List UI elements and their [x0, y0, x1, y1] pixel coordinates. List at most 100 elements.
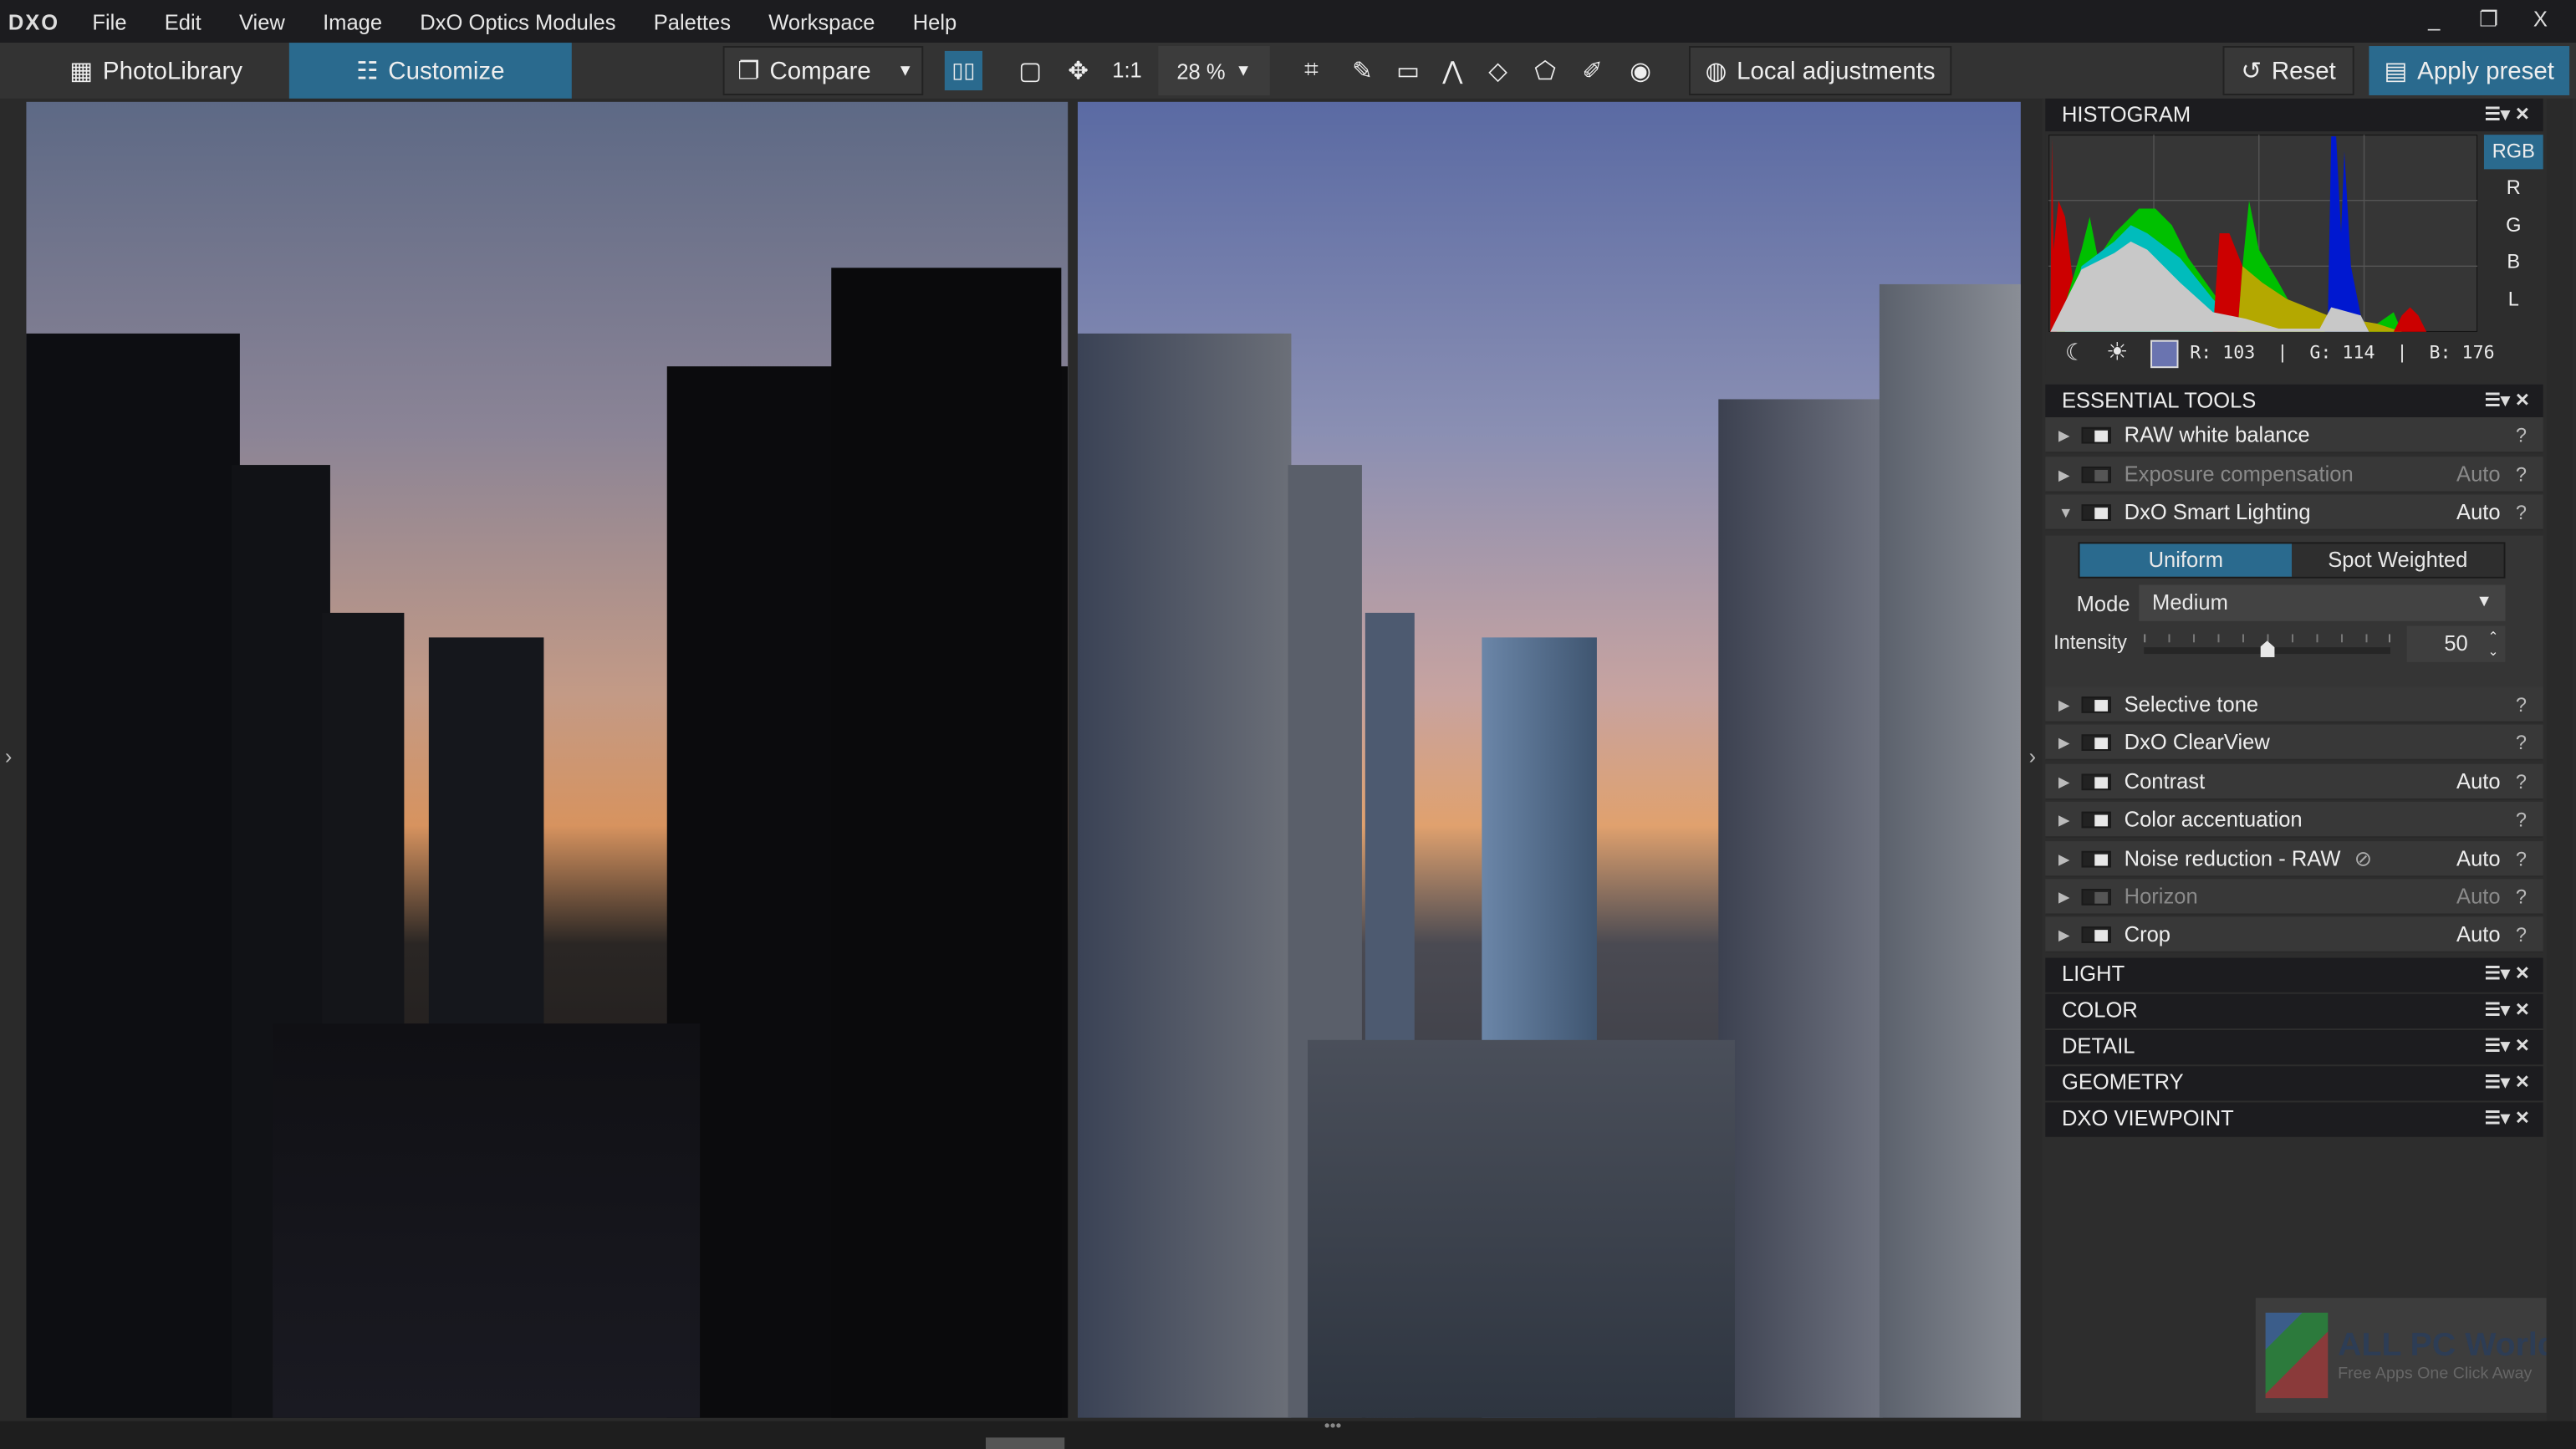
minimize-button[interactable]: _	[2428, 7, 2440, 31]
red-eye-icon[interactable]: ◉	[1630, 56, 1651, 85]
tool-row[interactable]: ▶ Selective tone ?	[2045, 686, 2543, 723]
expand-icon[interactable]: ▶	[2058, 763, 2070, 799]
help-icon[interactable]: ?	[2516, 456, 2527, 492]
palette-menu-icon[interactable]: ☰▾ ✕	[2485, 99, 2530, 131]
menu-view[interactable]: View	[239, 9, 285, 33]
tool-row[interactable]: ▶ Horizon Auto ?	[2045, 879, 2543, 916]
compare-dropdown-icon[interactable]: ▼	[897, 62, 913, 80]
palette-header[interactable]: COLOR ☰▾ ✕	[2045, 993, 2543, 1029]
menu-image[interactable]: Image	[323, 9, 382, 33]
move-icon[interactable]: ✥	[1068, 56, 1089, 85]
menu-edit[interactable]: Edit	[165, 9, 201, 33]
reset-button[interactable]: ↺ Reset	[2222, 46, 2354, 95]
expand-icon[interactable]: ▶	[2058, 840, 2070, 876]
tool-row[interactable]: ▶ DxO ClearView ?	[2045, 725, 2543, 762]
uniform-button[interactable]: Uniform	[2079, 543, 2293, 577]
repair-icon[interactable]: ✐	[1582, 56, 1603, 85]
collapse-right-icon[interactable]: ›	[2029, 744, 2037, 768]
help-icon[interactable]: ?	[2516, 494, 2527, 530]
essential-tools-header[interactable]: ESSENTIAL TOOLS ☰▾ ✕	[2045, 384, 2543, 418]
collapse-icon[interactable]: ▼	[2058, 494, 2074, 530]
expand-icon[interactable]: ▶	[2058, 725, 2070, 761]
tool-row[interactable]: ▼ DxO Smart Lighting Auto ?	[2045, 494, 2543, 531]
mode-select[interactable]: Medium ▼	[2139, 584, 2506, 621]
collapse-left-icon[interactable]: ›	[5, 744, 13, 768]
close-button[interactable]: X	[2533, 7, 2548, 31]
intensity-input[interactable]: 50 ⌃ ⌄	[2406, 625, 2506, 662]
palette-close-icon[interactable]: ✕	[2515, 1073, 2530, 1093]
corrected-photo[interactable]	[1077, 101, 2021, 1418]
split-view-button[interactable]: ▯▯	[944, 50, 983, 91]
palette-close-icon[interactable]: ✕	[2515, 1109, 2530, 1129]
tab-photolibrary[interactable]: ▦ PhotoLibrary	[49, 46, 263, 95]
tool-row[interactable]: ▶ RAW white balance ?	[2045, 417, 2543, 454]
help-icon[interactable]: ?	[2516, 417, 2527, 453]
enable-toggle[interactable]	[2081, 812, 2111, 829]
panel-scrollbar[interactable]	[2546, 98, 2573, 1421]
enable-toggle[interactable]	[2081, 773, 2111, 790]
menu-palettes[interactable]: Palettes	[654, 9, 731, 33]
tool-row[interactable]: ▶ Color accentuation ?	[2045, 802, 2543, 839]
expand-icon[interactable]: ▶	[2058, 879, 2070, 915]
enable-toggle[interactable]	[2081, 504, 2111, 521]
enable-toggle[interactable]	[2081, 426, 2111, 444]
ratio-button[interactable]: 1:1	[1112, 58, 1142, 82]
perspective-rect-icon[interactable]: ◇	[1488, 56, 1507, 85]
expand-icon[interactable]: ▶	[2058, 917, 2070, 953]
expand-icon[interactable]: ▶	[2058, 417, 2070, 453]
help-icon[interactable]: ?	[2516, 802, 2527, 838]
tool-row[interactable]: ▶ Contrast Auto ?	[2045, 763, 2543, 800]
filmstrip-scroll-handle[interactable]	[985, 1437, 1065, 1449]
apply-preset-button[interactable]: ▤ Apply preset	[2369, 46, 2570, 95]
compare-button[interactable]: ❐ Compare ▼	[722, 46, 924, 95]
shadow-clipping-icon[interactable]: ☾	[2065, 339, 2086, 366]
histogram-header[interactable]: HISTOGRAM ☰▾ ✕	[2045, 98, 2543, 132]
palette-menu-icon[interactable]: ☰▾ ✕	[2485, 1030, 2530, 1063]
help-icon[interactable]: ?	[2516, 879, 2527, 915]
enable-toggle[interactable]	[2081, 735, 2111, 752]
zoom-select[interactable]: 28 % ▼	[1158, 46, 1270, 95]
spot-weighted-button[interactable]: Spot Weighted	[2292, 543, 2504, 577]
filmstrip-drag-handle[interactable]: •••	[1324, 1418, 1342, 1436]
channel-rgb[interactable]: RGB	[2483, 135, 2543, 170]
palette-menu-icon[interactable]: ☰▾ ✕	[2485, 994, 2530, 1027]
channel-l[interactable]: L	[2484, 283, 2543, 317]
palette-menu-icon[interactable]: ☰▾ ✕	[2485, 958, 2530, 991]
crop-icon[interactable]: ⌗	[1304, 56, 1319, 84]
intensity-slider[interactable]	[2144, 628, 2390, 661]
palette-close-icon[interactable]: ✕	[2515, 1037, 2530, 1057]
palette-close-icon[interactable]: ✕	[2515, 964, 2530, 984]
expand-icon[interactable]: ▶	[2058, 686, 2070, 722]
palette-menu-icon[interactable]: ☰▾ ✕	[2485, 1102, 2530, 1135]
palette-menu-icon[interactable]: ☰▾ ✕	[2485, 385, 2530, 417]
channel-g[interactable]: G	[2484, 209, 2543, 243]
menu-optics-modules[interactable]: DxO Optics Modules	[420, 9, 615, 33]
tool-row[interactable]: ▶ Crop Auto ?	[2045, 917, 2543, 954]
palette-header[interactable]: DXO VIEWPOINT ☰▾ ✕	[2045, 1102, 2543, 1137]
palette-header[interactable]: DETAIL ☰▾ ✕	[2045, 1030, 2543, 1065]
local-adjustments-button[interactable]: ◍ Local adjustments	[1688, 46, 1952, 95]
slider-thumb[interactable]	[2259, 640, 2275, 657]
help-icon[interactable]: ?	[2516, 840, 2527, 876]
menu-file[interactable]: File	[92, 9, 126, 33]
tool-row[interactable]: ▶ Noise reduction - RAW Auto ? ⊘	[2045, 840, 2543, 877]
restore-button[interactable]: ❐	[2479, 7, 2498, 33]
image-viewer[interactable]: › ›	[0, 98, 2043, 1421]
enable-toggle[interactable]	[2081, 850, 2111, 867]
channel-b[interactable]: B	[2484, 245, 2543, 279]
menu-workspace[interactable]: Workspace	[768, 9, 875, 33]
help-icon[interactable]: ?	[2516, 725, 2527, 761]
fit-screen-icon[interactable]: ▢	[1018, 56, 1042, 85]
menu-help[interactable]: Help	[913, 9, 957, 33]
help-icon[interactable]: ?	[2516, 763, 2527, 799]
original-photo[interactable]	[26, 101, 1069, 1418]
highlight-clipping-icon[interactable]: ☀	[2106, 337, 2128, 366]
perspective-8pt-icon[interactable]: ⬠	[1534, 56, 1556, 85]
palette-menu-icon[interactable]: ☰▾ ✕	[2485, 1066, 2530, 1099]
perspective-icon[interactable]: ⋀	[1442, 56, 1462, 85]
help-icon[interactable]: ?	[2516, 686, 2527, 722]
spinner-icon[interactable]: ⌃ ⌄	[2487, 630, 2498, 659]
horizon-icon[interactable]: ▭	[1396, 56, 1420, 85]
palette-close-icon[interactable]: ✕	[2515, 1001, 2530, 1021]
help-icon[interactable]: ?	[2516, 917, 2527, 953]
